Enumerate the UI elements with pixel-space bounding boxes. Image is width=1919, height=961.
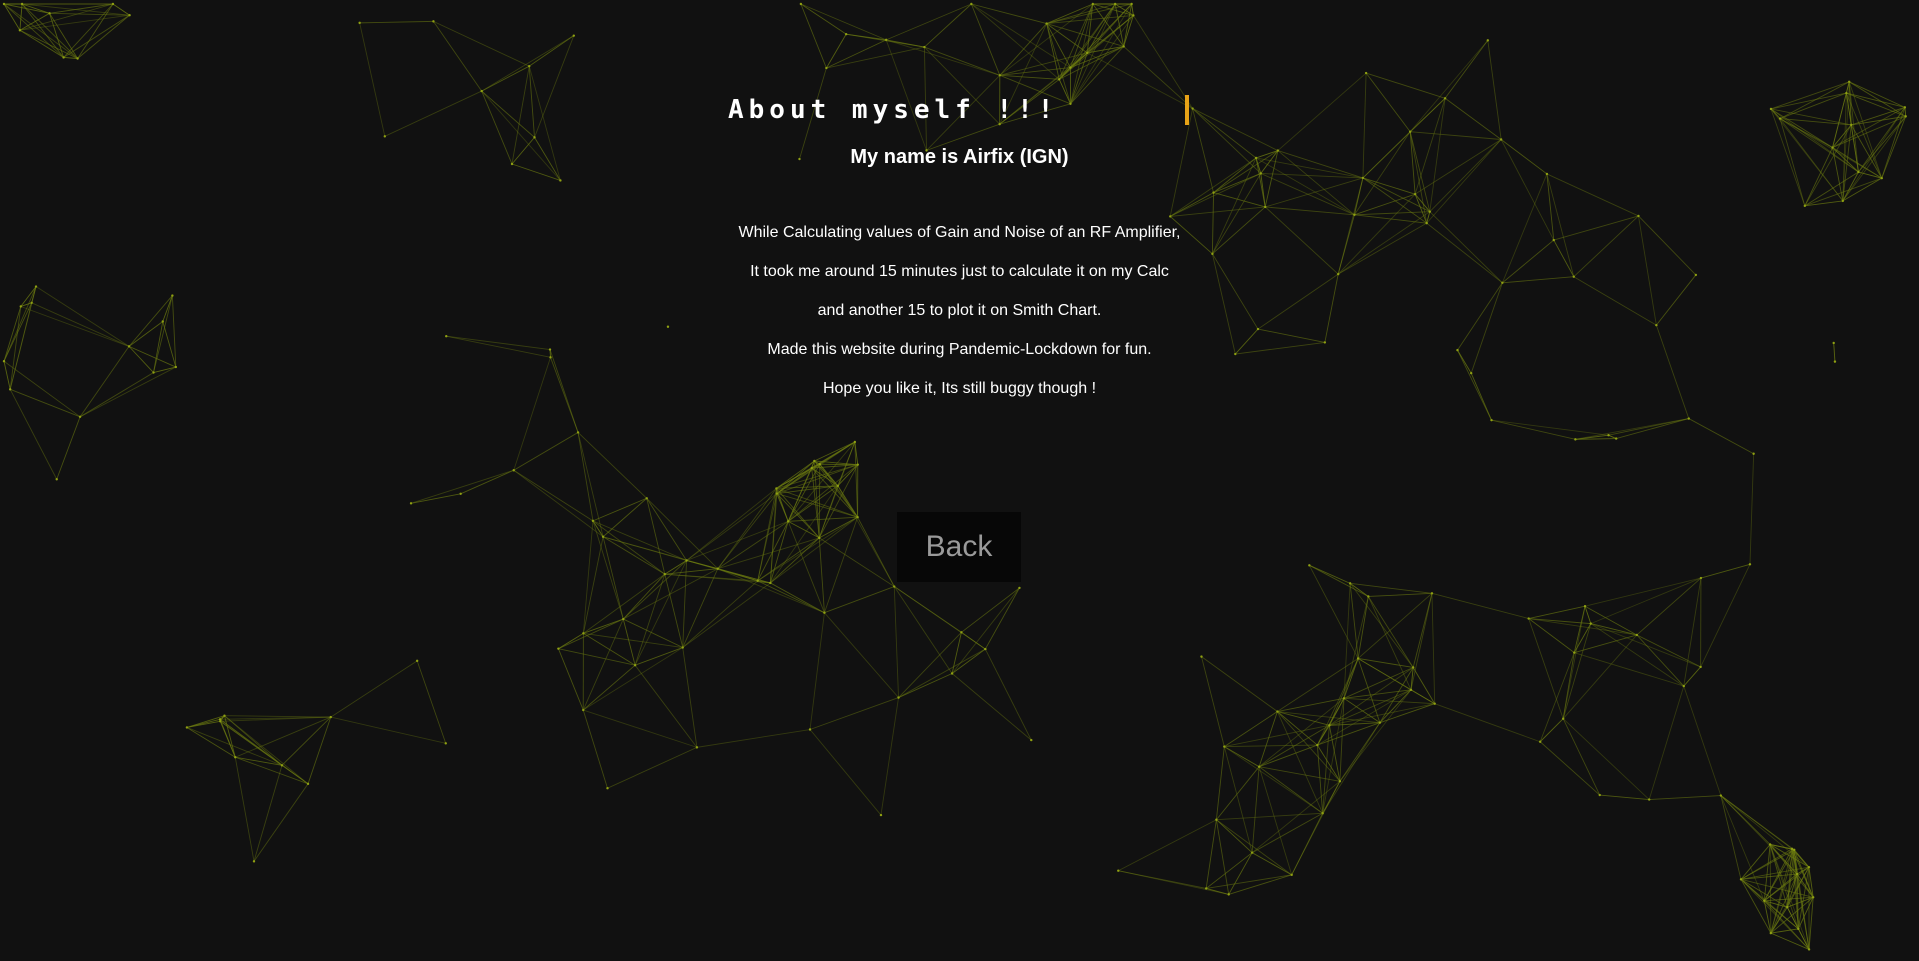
bio-line-5: Hope you like it, Its still buggy though… (822, 380, 1097, 397)
bio-line-4: Made this website during Pandemic-Lockdo… (767, 341, 1152, 358)
name-line: My name is Airfix (IGN) (850, 146, 1069, 168)
page-title: About myself !!! (728, 95, 1059, 125)
typing-caret (1185, 95, 1189, 125)
bio-line-2: It took me around 15 minutes just to cal… (750, 263, 1169, 280)
bio-line-3: and another 15 to plot it on Smith Chart… (817, 302, 1102, 319)
title-row: About myself !!! (728, 94, 1189, 134)
back-button[interactable]: Back (897, 512, 1021, 582)
bio-line-1: While Calculating values of Gain and Noi… (738, 224, 1181, 241)
about-section: About myself !!! My name is Airfix (IGN)… (0, 0, 1919, 961)
